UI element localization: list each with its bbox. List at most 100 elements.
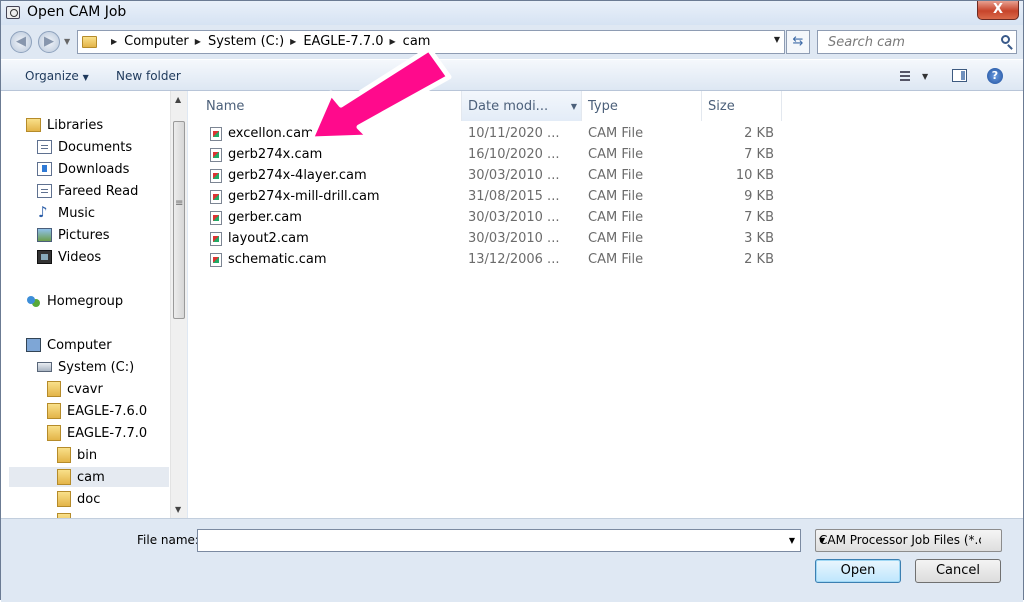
column-header-type[interactable]: Type [582,91,702,121]
file-date: 30/03/2010 ... [468,231,560,246]
nav-music[interactable]: Music [37,203,95,223]
nav-videos[interactable]: Videos [37,247,101,267]
column-header-name[interactable]: Name [200,91,462,121]
nav-bin[interactable]: bin [57,445,97,465]
file-row[interactable]: layout2.cam 30/03/2010 ... CAM File 3 KB [204,229,774,250]
file-date: 10/11/2020 ... [468,126,560,141]
organize-button[interactable]: Organize ▼ [25,69,89,83]
library-icon [37,184,52,198]
file-type: CAM File [588,231,644,246]
search-box[interactable] [817,30,1017,54]
chevron-right-icon[interactable]: ▶ [290,37,296,46]
file-row[interactable]: gerb274x.cam 16/10/2020 ... CAM File 7 KB [204,145,774,166]
nav-label: EAGLE-7.6.0 [67,403,148,419]
refresh-button[interactable]: ⇆ [786,30,810,54]
nav-fareed-read[interactable]: Fareed Read [37,181,138,201]
column-label: Name [206,98,245,114]
file-row[interactable]: gerb274x-mill-drill.cam 31/08/2015 ... CAM… [204,187,774,208]
chevron-down-icon[interactable]: ▼ [789,536,795,545]
preview-pane-icon[interactable] [952,69,967,82]
nav-cam[interactable]: cam [9,467,169,487]
nav-label: EAGLE-7.7.0 [67,425,148,441]
scroll-down-icon[interactable]: ▼ [175,505,181,514]
file-type: CAM File [588,189,644,204]
address-dropdown-icon[interactable]: ▼ [774,35,780,44]
nav-system-c[interactable]: System (C:) [37,357,134,377]
scroll-thumb[interactable] [173,121,185,319]
cancel-button[interactable]: Cancel [915,559,1001,583]
cam-file-icon [210,253,222,267]
cam-file-icon [210,190,222,204]
file-name: excellon.cam [228,126,314,141]
column-header-date[interactable]: Date modi... ▼ [462,91,582,121]
documents-icon [37,140,52,154]
file-size: 10 KB [735,168,774,183]
file-list: Name Date modi... ▼ Type Size excellon.ca… [188,91,1023,518]
address-bar[interactable]: ▶ Computer ▶ System (C:) ▶ EAGLE-7.7.0 ▶… [77,30,785,54]
search-input[interactable] [826,34,990,51]
nav-label: Libraries [47,117,104,133]
app-icon [6,6,20,19]
file-row[interactable]: gerb274x-4layer.cam 30/03/2010 ... CAM Fil… [204,166,774,187]
title-bar: Open CAM Job X [1,1,1023,25]
breadcrumb-system-c[interactable]: System (C:) [208,34,284,49]
forward-button[interactable]: ▶ [38,31,60,53]
nav-cvavr[interactable]: cvavr [47,379,103,399]
nav-label: doc [77,491,101,507]
nav-homegroup[interactable]: Homegroup [26,291,123,311]
cam-file-icon [210,211,222,225]
nav-computer[interactable]: Computer [26,335,112,355]
folder-icon [57,491,71,507]
nav-documents[interactable]: Documents [37,137,132,157]
file-size: 3 KB [744,231,774,246]
nav-partial-folder[interactable] [57,511,77,518]
file-row[interactable]: gerber.cam 30/03/2010 ... CAM File 7 KB [204,208,774,229]
cam-file-icon [210,127,222,141]
chevron-down-icon[interactable]: ▼ [819,536,981,545]
breadcrumb-cam[interactable]: cam [403,34,431,49]
sort-dropdown-icon[interactable]: ▼ [571,102,577,111]
chevron-right-icon[interactable]: ▶ [111,37,117,46]
help-icon[interactable]: ? [987,68,1003,84]
nav-downloads[interactable]: Downloads [37,159,129,179]
file-name-input[interactable] [201,533,775,550]
breadcrumb-eagle[interactable]: EAGLE-7.7.0 [303,34,383,49]
chevron-right-icon[interactable]: ▶ [195,37,201,46]
file-type-filter[interactable]: CAM Processor Job Files (*.cam ▼ [815,529,1002,552]
view-options-dropdown-icon[interactable]: ▼ [922,72,928,81]
file-date: 13/12/2006 ... [468,252,560,267]
file-type: CAM File [588,126,644,141]
new-folder-button[interactable]: New folder [116,69,181,83]
nav-doc[interactable]: doc [57,489,100,509]
recent-pages-dropdown-icon[interactable]: ▼ [64,37,70,46]
pictures-icon [37,228,52,242]
close-button[interactable]: X [977,1,1019,20]
column-header-size[interactable]: Size [702,91,782,121]
open-button[interactable]: Open [815,559,901,583]
scroll-up-icon[interactable]: ▲ [175,95,181,104]
chevron-right-icon[interactable]: ▶ [390,37,396,46]
back-button[interactable]: ◀ [10,31,32,53]
breadcrumb-computer[interactable]: Computer [124,34,189,49]
nav-libraries[interactable]: Libraries [26,115,103,135]
file-name-label: File name: [137,533,199,547]
file-row[interactable]: excellon.cam 10/11/2020 ... CAM File 2 KB [204,124,774,145]
cam-file-icon [210,232,222,246]
folder-icon [47,425,61,441]
search-icon[interactable] [1001,35,1010,44]
file-name-combobox[interactable]: ▼ [197,529,801,552]
file-row[interactable]: schematic.cam 13/12/2006 ... CAM File 2 KB [204,250,774,271]
file-name: gerb274x-4layer.cam [228,168,367,183]
drive-icon [37,362,52,372]
address-row: ◀ ▶ ▼ ▶ Computer ▶ System (C:) ▶ EAGLE-7… [1,25,1023,59]
nav-label: Computer [47,337,112,353]
file-size: 7 KB [744,210,774,225]
open-cam-job-dialog: Open CAM Job X ◀ ▶ ▼ ▶ Computer ▶ System… [0,0,1024,602]
nav-eagle-760[interactable]: EAGLE-7.6.0 [47,401,147,421]
nav-label: Homegroup [47,293,124,309]
nav-pictures[interactable]: Pictures [37,225,109,245]
nav-eagle-770[interactable]: EAGLE-7.7.0 [47,423,147,443]
nav-scrollbar[interactable]: ▲ ▼ [170,91,187,518]
view-list-icon[interactable] [896,69,912,81]
file-size: 7 KB [744,147,774,162]
